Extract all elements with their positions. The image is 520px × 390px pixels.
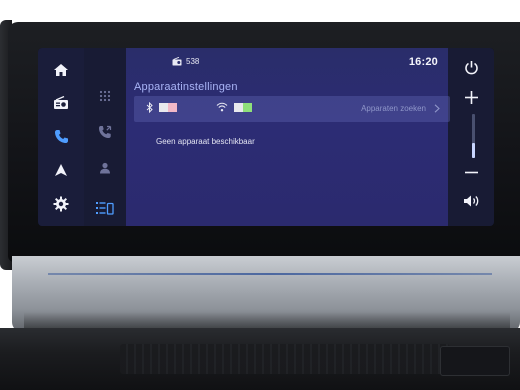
radio-icon xyxy=(54,96,68,109)
keypad-icon xyxy=(99,90,111,102)
device-list-icon xyxy=(96,202,114,215)
contacts-button[interactable] xyxy=(89,156,121,180)
wifi-icon xyxy=(216,102,228,112)
bluetooth-toggle-track xyxy=(168,103,177,112)
right-control-rail xyxy=(448,48,494,226)
settings-button[interactable] xyxy=(41,190,81,218)
search-devices-button[interactable]: Apparaten zoeken xyxy=(361,104,440,113)
air-vent xyxy=(120,344,450,374)
radio-status[interactable]: 538 xyxy=(172,57,199,66)
radio-status-icon xyxy=(172,57,182,66)
call-log-button[interactable] xyxy=(89,120,121,144)
volume-down-icon xyxy=(464,171,478,173)
radio-station-label: 538 xyxy=(186,57,200,66)
phone-sub-navigation xyxy=(84,48,126,226)
search-devices-label: Apparaten zoeken xyxy=(361,104,426,113)
wifi-group xyxy=(216,102,252,112)
volume-up-icon xyxy=(464,90,478,104)
vent-control xyxy=(440,346,510,376)
contacts-icon xyxy=(100,162,110,174)
phone-button[interactable] xyxy=(41,122,81,150)
device-list-button[interactable] xyxy=(89,196,121,220)
clock: 16:20 xyxy=(408,56,438,68)
power-button[interactable] xyxy=(451,53,491,81)
no-device-message: Geen apparaat beschikbaar xyxy=(156,137,255,146)
page-title: Apparaatinstellingen xyxy=(134,81,238,93)
wifi-toggle-knob xyxy=(243,102,252,112)
radio-button[interactable] xyxy=(41,89,81,117)
main-navigation-rail xyxy=(38,48,84,226)
bluetooth-group xyxy=(146,102,177,113)
volume-level-track[interactable] xyxy=(472,114,475,158)
navigation-icon xyxy=(55,164,67,176)
bluetooth-icon xyxy=(146,102,153,113)
speaker-button[interactable] xyxy=(451,187,491,215)
home-button[interactable] xyxy=(41,56,81,84)
keypad-button[interactable] xyxy=(89,84,121,108)
speaker-icon xyxy=(463,195,478,207)
home-icon xyxy=(54,64,68,76)
ambient-light-strip xyxy=(48,273,492,275)
bluetooth-toggle-knob xyxy=(159,103,168,112)
wifi-toggle-track xyxy=(234,102,243,112)
navigation-button[interactable] xyxy=(41,156,81,184)
device-toggle-bar: Apparaten zoeken xyxy=(134,96,450,122)
status-bar: 538 16:20 xyxy=(126,48,448,74)
chevron-right-icon xyxy=(434,104,440,113)
volume-down-button[interactable] xyxy=(451,158,491,186)
infotainment-screen xyxy=(38,48,494,226)
volume-up-button[interactable] xyxy=(451,83,491,111)
volume-level-fill xyxy=(472,142,475,158)
trim-shadow xyxy=(24,312,510,328)
bluetooth-toggle[interactable] xyxy=(159,103,177,112)
phone-icon xyxy=(54,129,68,143)
wifi-toggle[interactable] xyxy=(234,102,252,112)
settings-icon xyxy=(53,196,69,212)
call-log-icon xyxy=(99,125,112,138)
power-icon xyxy=(464,60,478,74)
